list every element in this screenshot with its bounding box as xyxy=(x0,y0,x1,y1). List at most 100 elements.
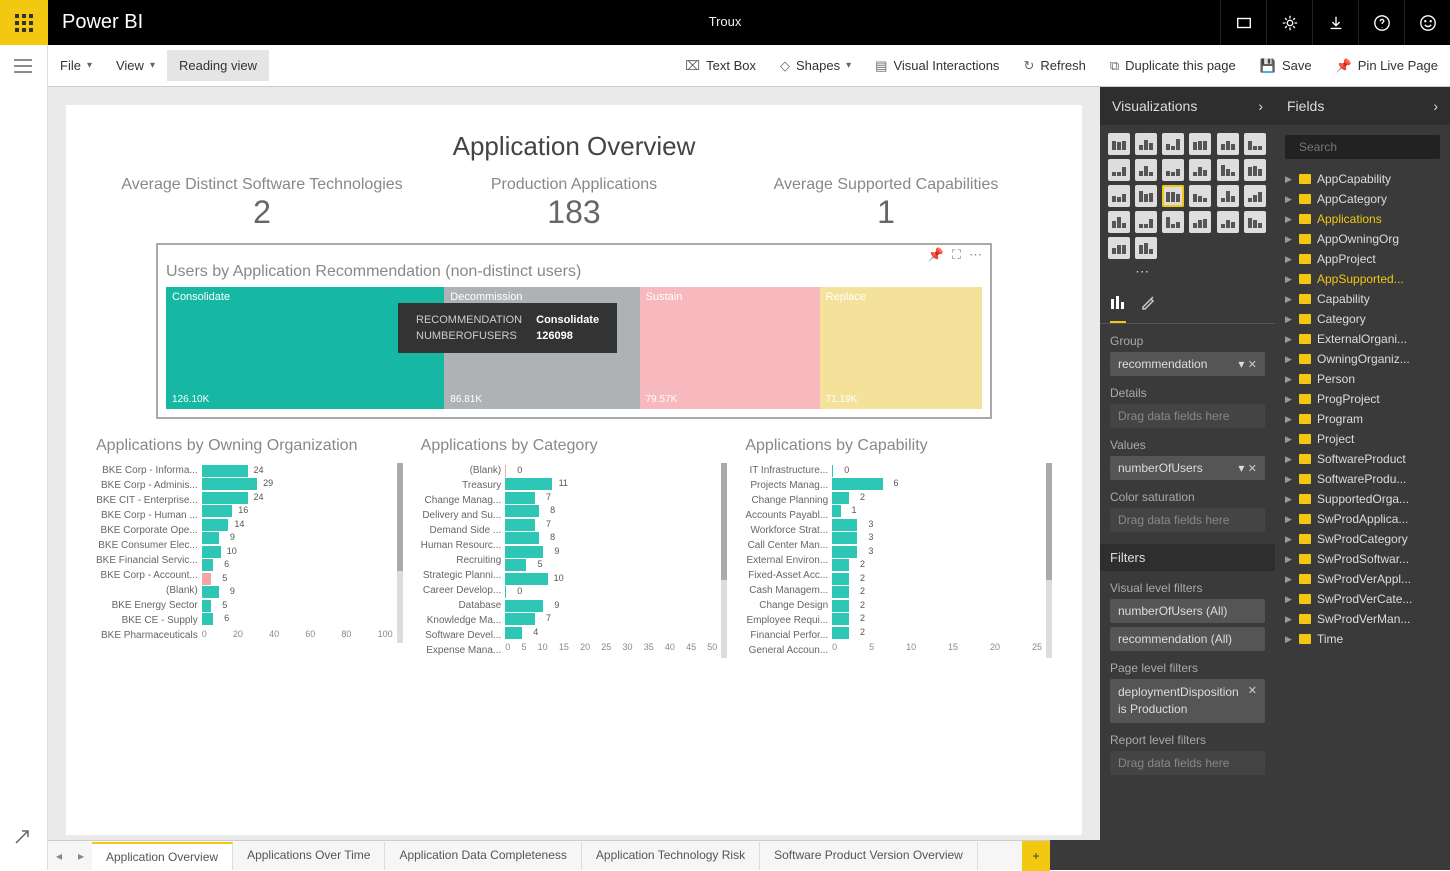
add-page-button[interactable]: + xyxy=(1022,841,1050,871)
viz-type-icon[interactable] xyxy=(1217,211,1239,233)
format-tab-icon[interactable] xyxy=(1140,294,1156,323)
field-table-item[interactable]: ▶ AppSupported... xyxy=(1275,269,1450,289)
visual-interactions-button[interactable]: ▤Visual Interactions xyxy=(863,50,1011,82)
viz-type-icon[interactable] xyxy=(1135,159,1157,181)
scrollbar[interactable] xyxy=(397,463,403,643)
bar[interactable]: 0 xyxy=(832,465,833,477)
bar[interactable]: 29 xyxy=(202,478,257,490)
viz-type-icon[interactable] xyxy=(1217,159,1239,181)
viz-type-icon[interactable] xyxy=(1217,185,1239,207)
fields-search[interactable] xyxy=(1285,135,1440,159)
kpi-card[interactable]: Average Distinct Software Technologies 2 xyxy=(106,176,418,231)
bar-chart[interactable]: Applications by Category (Blank)Treasury… xyxy=(421,437,728,658)
viz-type-icon[interactable] xyxy=(1244,211,1266,233)
field-table-item[interactable]: ▶ Category xyxy=(1275,309,1450,329)
treemap-visual[interactable]: 📌 ⛶ ⋯ Users by Application Recommendatio… xyxy=(156,243,992,419)
bar[interactable]: 7 xyxy=(505,492,535,504)
field-table-item[interactable]: ▶ ProgProject xyxy=(1275,389,1450,409)
fields-search-input[interactable] xyxy=(1299,140,1450,154)
field-table-item[interactable]: ▶ AppCategory xyxy=(1275,189,1450,209)
field-table-item[interactable]: ▶ SoftwareProdu... xyxy=(1275,469,1450,489)
field-table-item[interactable]: ▶ Person xyxy=(1275,369,1450,389)
field-table-item[interactable]: ▶ Capability xyxy=(1275,289,1450,309)
pin-icon[interactable]: 📌 xyxy=(928,247,944,263)
field-table-item[interactable]: ▶ ExternalOrgani... xyxy=(1275,329,1450,349)
field-table-item[interactable]: ▶ OwningOrganiz... xyxy=(1275,349,1450,369)
expand-icon[interactable] xyxy=(14,829,30,850)
bar[interactable]: 2 xyxy=(832,586,849,598)
tab-next-icon[interactable]: ▸ xyxy=(70,849,92,863)
bar[interactable]: 8 xyxy=(505,532,539,544)
bar[interactable]: 5 xyxy=(202,600,212,612)
remove-icon[interactable]: ✕ xyxy=(1248,684,1257,701)
viz-type-icon[interactable] xyxy=(1244,159,1266,181)
field-table-item[interactable]: ▶ SwProdSoftwar... xyxy=(1275,549,1450,569)
bar[interactable]: 9 xyxy=(505,546,543,558)
page-tab[interactable]: Software Product Version Overview xyxy=(760,842,978,870)
viz-type-icon[interactable] xyxy=(1217,133,1239,155)
viz-type-icon[interactable] xyxy=(1135,185,1157,207)
bar[interactable]: 2 xyxy=(832,492,849,504)
field-table-item[interactable]: ▶ Time xyxy=(1275,629,1450,649)
viz-type-icon[interactable] xyxy=(1162,185,1184,207)
bar[interactable]: 9 xyxy=(202,532,219,544)
tab-prev-icon[interactable]: ◂ xyxy=(48,849,70,863)
viz-type-icon[interactable] xyxy=(1189,185,1211,207)
bar[interactable]: 16 xyxy=(202,505,233,517)
smile-icon[interactable] xyxy=(1404,0,1450,45)
bar[interactable]: 11 xyxy=(505,478,552,490)
viz-type-icon[interactable] xyxy=(1135,133,1157,155)
bar[interactable]: 10 xyxy=(505,573,547,585)
hamburger-icon[interactable] xyxy=(0,45,47,92)
report-filters-well[interactable]: Drag data fields here xyxy=(1110,751,1265,775)
textbox-button[interactable]: ⌧Text Box xyxy=(673,50,768,82)
kpi-card[interactable]: Production Applications 183 xyxy=(418,176,730,231)
visualizations-header[interactable]: Visualizations› xyxy=(1100,87,1275,125)
viz-type-icon[interactable] xyxy=(1108,185,1130,207)
bar[interactable]: 0 xyxy=(505,465,506,477)
color-well[interactable]: Drag data fields here xyxy=(1110,508,1265,532)
visual-filter-item[interactable]: numberOfUsers (All) xyxy=(1110,599,1265,623)
bar[interactable]: 4 xyxy=(505,627,522,639)
field-table-item[interactable]: ▶ AppCapability xyxy=(1275,169,1450,189)
more-viz-icon[interactable]: ⋯ xyxy=(1135,263,1158,280)
kpi-card[interactable]: Average Supported Capabilities 1 xyxy=(730,176,1042,231)
bar[interactable]: 9 xyxy=(505,600,543,612)
viz-type-icon[interactable] xyxy=(1162,133,1184,155)
group-well[interactable]: recommendation▾ ✕ xyxy=(1110,352,1265,376)
bar-chart[interactable]: Applications by Owning Organization BKE … xyxy=(96,437,403,658)
field-table-item[interactable]: ▶ Program xyxy=(1275,409,1450,429)
bar[interactable]: 2 xyxy=(832,600,849,612)
page-filter-item[interactable]: deploymentDisposition✕ is Production xyxy=(1110,679,1265,723)
fields-header[interactable]: Fields› xyxy=(1275,87,1450,125)
values-well[interactable]: numberOfUsers▾ ✕ xyxy=(1110,456,1265,480)
bar[interactable]: 5 xyxy=(505,559,526,571)
more-icon[interactable]: ⋯ xyxy=(969,247,982,263)
remove-icon[interactable]: ✕ xyxy=(1248,359,1257,371)
focus-icon[interactable]: ⛶ xyxy=(952,247,961,263)
scrollbar[interactable] xyxy=(721,463,727,658)
help-icon[interactable] xyxy=(1358,0,1404,45)
view-menu[interactable]: View▾ xyxy=(104,50,167,81)
viz-type-icon[interactable] xyxy=(1108,159,1130,181)
scrollbar[interactable] xyxy=(1046,463,1052,658)
file-menu[interactable]: File▾ xyxy=(48,50,104,81)
visual-filter-item[interactable]: recommendation (All) xyxy=(1110,627,1265,651)
field-table-item[interactable]: ▶ AppProject xyxy=(1275,249,1450,269)
field-table-item[interactable]: ▶ SwProdApplica... xyxy=(1275,509,1450,529)
viz-type-icon[interactable] xyxy=(1162,159,1184,181)
viz-type-icon[interactable] xyxy=(1135,211,1157,233)
fields-tab-icon[interactable] xyxy=(1110,294,1126,323)
bar[interactable]: 10 xyxy=(202,546,221,558)
viz-type-icon[interactable] xyxy=(1189,211,1211,233)
field-table-item[interactable]: ▶ SwProdVerAppl... xyxy=(1275,569,1450,589)
bar[interactable]: 1 xyxy=(832,505,840,517)
viz-type-icon[interactable] xyxy=(1162,211,1184,233)
field-table-item[interactable]: ▶ Applications xyxy=(1275,209,1450,229)
bar[interactable]: 2 xyxy=(832,559,849,571)
bar[interactable]: 0 xyxy=(505,586,506,598)
gear-icon[interactable] xyxy=(1266,0,1312,45)
bar[interactable]: 5 xyxy=(202,573,212,585)
bar[interactable]: 3 xyxy=(832,519,857,531)
bar[interactable]: 24 xyxy=(202,492,248,504)
